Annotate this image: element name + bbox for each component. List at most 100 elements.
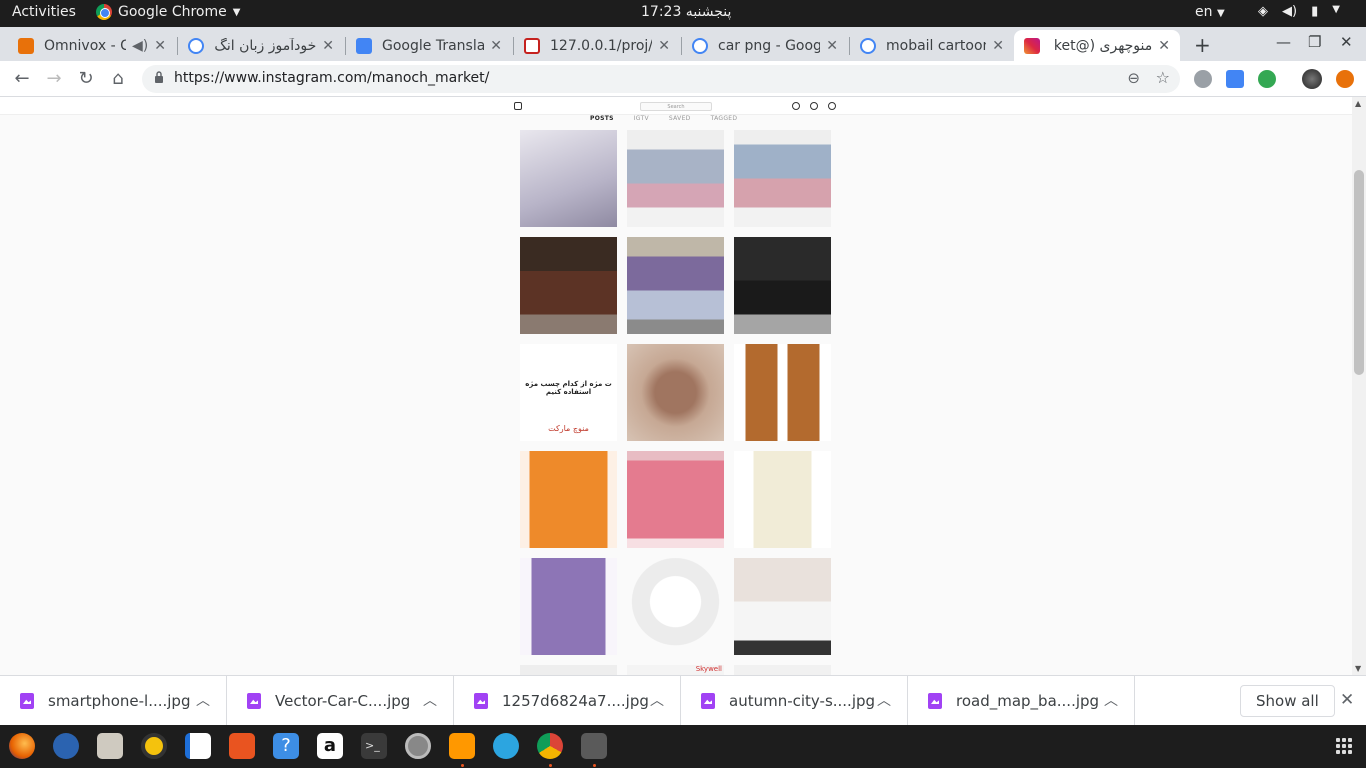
page-scrollbar[interactable]: ▲ ▼: [1352, 97, 1366, 675]
post-text-glue-question[interactable]: ت مژه از کدام چسب مژه استفاده کنیم منوچ …: [520, 344, 617, 441]
software-center-icon[interactable]: [229, 733, 255, 759]
activities-button[interactable]: Activities: [12, 4, 76, 20]
input-language[interactable]: en ▼: [1195, 4, 1225, 20]
tab-strip: Omnivox - C ◀) ✕ خودآموز زبان انگ ✕ Goog…: [0, 27, 1366, 61]
close-icon[interactable]: ✕: [490, 38, 502, 54]
settings-gear-icon[interactable]: [405, 733, 431, 759]
app-menu[interactable]: Google Chrome ▼: [96, 4, 240, 20]
download-item[interactable]: smartphone-l....jpg ︿: [0, 676, 227, 726]
tab-car-png[interactable]: car png - Googl ✕: [682, 30, 848, 61]
bookmark-star-icon[interactable]: ☆: [1156, 68, 1170, 87]
post-nano-tubs[interactable]: [627, 451, 724, 548]
tab-tagged[interactable]: TAGGED: [711, 115, 738, 122]
tab-omnivox[interactable]: Omnivox - C ◀) ✕: [8, 30, 176, 61]
help-icon[interactable]: ?: [273, 733, 299, 759]
post-partial[interactable]: [734, 665, 831, 675]
terminal-icon[interactable]: >_: [361, 733, 387, 759]
close-icon[interactable]: ✕: [826, 38, 838, 54]
zoom-icon[interactable]: ⊖: [1127, 69, 1140, 87]
post-glue-packs[interactable]: [627, 237, 724, 334]
show-applications-icon[interactable]: [1336, 738, 1352, 754]
clock[interactable]: پنجشنبه 17:23: [641, 4, 731, 20]
profile-avatar[interactable]: [1302, 69, 1322, 89]
extension-earth-icon[interactable]: [1258, 70, 1276, 88]
google-translate-favicon-icon: [356, 37, 372, 54]
scroll-down-icon[interactable]: ▼: [1355, 664, 1361, 673]
chrome-dock-icon[interactable]: [537, 733, 563, 759]
telegram-icon[interactable]: [493, 733, 519, 759]
close-icon[interactable]: ✕: [658, 38, 670, 54]
post-lash-products-2[interactable]: [734, 130, 831, 227]
instagram-search-input[interactable]: Search: [640, 102, 712, 111]
close-icon[interactable]: ✕: [322, 38, 334, 54]
profile-icon[interactable]: [828, 102, 836, 110]
libreoffice-writer-icon[interactable]: [185, 733, 211, 759]
post-brand-text: Skywell: [695, 665, 722, 673]
maximize-button[interactable]: ❐: [1308, 33, 1321, 51]
tab-instagram[interactable]: منوچهری (@ket ✕: [1014, 30, 1180, 61]
system-tray[interactable]: ◈ ◀) ▮ ▼: [1258, 4, 1340, 19]
window-close-button[interactable]: ✕: [1340, 33, 1353, 51]
post-uv-lamp[interactable]: [627, 558, 724, 655]
new-tab-button[interactable]: +: [1194, 33, 1211, 57]
files-icon[interactable]: [97, 733, 123, 759]
download-shelf: smartphone-l....jpg ︿ Vector-Car-C....jp…: [0, 675, 1366, 726]
audio-icon[interactable]: ◀): [132, 38, 148, 54]
post-eyelash-kit[interactable]: [520, 130, 617, 227]
tab-saved[interactable]: SAVED: [669, 115, 691, 122]
chevron-up-icon[interactable]: ︿: [196, 690, 210, 710]
scroll-up-icon[interactable]: ▲: [1355, 99, 1361, 108]
tab-localhost[interactable]: 127.0.0.1/proj/ ✕: [514, 30, 680, 61]
post-lips[interactable]: [627, 344, 724, 441]
chevron-up-icon[interactable]: ︿: [650, 690, 664, 710]
close-icon[interactable]: ✕: [1158, 38, 1170, 54]
address-bar[interactable]: https://www.instagram.com/manoch_market/…: [142, 65, 1180, 93]
tab-posts[interactable]: POSTS: [590, 115, 614, 122]
download-item[interactable]: Vector-Car-C....jpg ︿: [227, 676, 454, 726]
update-icon[interactable]: [1336, 70, 1354, 88]
post-keratin-max[interactable]: [734, 344, 831, 441]
show-all-downloads-button[interactable]: Show all: [1240, 685, 1335, 717]
download-item[interactable]: autumn-city-s....jpg ︿: [681, 676, 908, 726]
rhythmbox-icon[interactable]: [141, 733, 167, 759]
caret-down-icon: ▼: [232, 6, 241, 18]
firefox-icon[interactable]: [9, 733, 35, 759]
heart-icon[interactable]: [810, 102, 818, 110]
download-item[interactable]: road_map_ba....jpg ︿: [908, 676, 1135, 726]
forward-button[interactable]: →: [42, 67, 66, 91]
post-partial-skywell[interactable]: Skywell: [627, 665, 724, 675]
chevron-up-icon[interactable]: ︿: [423, 690, 437, 710]
download-item[interactable]: 1257d6824a7....jpg ︿: [454, 676, 681, 726]
reload-button[interactable]: ↻: [74, 67, 98, 91]
post-orange-bottles[interactable]: [520, 451, 617, 548]
explore-icon[interactable]: [792, 102, 800, 110]
post-keratin-white[interactable]: [734, 451, 831, 548]
chevron-up-icon[interactable]: ︿: [877, 690, 891, 710]
sublime-text-icon[interactable]: [449, 733, 475, 759]
post-black-bottles[interactable]: [734, 237, 831, 334]
instagram-logo-icon[interactable]: [514, 102, 522, 110]
tab-mobail-cartoon[interactable]: mobail cartoon ✕: [850, 30, 1014, 61]
extension-globe-icon[interactable]: [1194, 70, 1212, 88]
amazon-icon[interactable]: a: [317, 733, 343, 759]
post-glue-bottles[interactable]: [520, 237, 617, 334]
thunderbird-icon[interactable]: [53, 733, 79, 759]
post-brand-text: منوچ مارکت: [548, 424, 589, 433]
gimp-icon[interactable]: [581, 733, 607, 759]
scrollbar-thumb[interactable]: [1354, 170, 1364, 375]
post-purple-bottles[interactable]: [520, 558, 617, 655]
post-uv-lamp-box[interactable]: [734, 558, 831, 655]
extension-translate-icon[interactable]: [1226, 70, 1244, 88]
post-lash-products[interactable]: [627, 130, 724, 227]
tab-igtv[interactable]: IGTV: [634, 115, 649, 122]
chevron-up-icon[interactable]: ︿: [1104, 690, 1118, 710]
close-shelf-icon[interactable]: ✕: [1340, 690, 1354, 710]
tab-google-translate[interactable]: Google Translat ✕: [346, 30, 512, 61]
back-button[interactable]: ←: [10, 67, 34, 91]
post-partial[interactable]: [520, 665, 617, 675]
home-button[interactable]: ⌂: [106, 67, 130, 91]
close-icon[interactable]: ✕: [154, 38, 166, 54]
minimize-button[interactable]: —: [1276, 33, 1291, 51]
close-icon[interactable]: ✕: [992, 38, 1004, 54]
tab-persian-learning[interactable]: خودآموز زبان انگ ✕: [178, 30, 344, 61]
